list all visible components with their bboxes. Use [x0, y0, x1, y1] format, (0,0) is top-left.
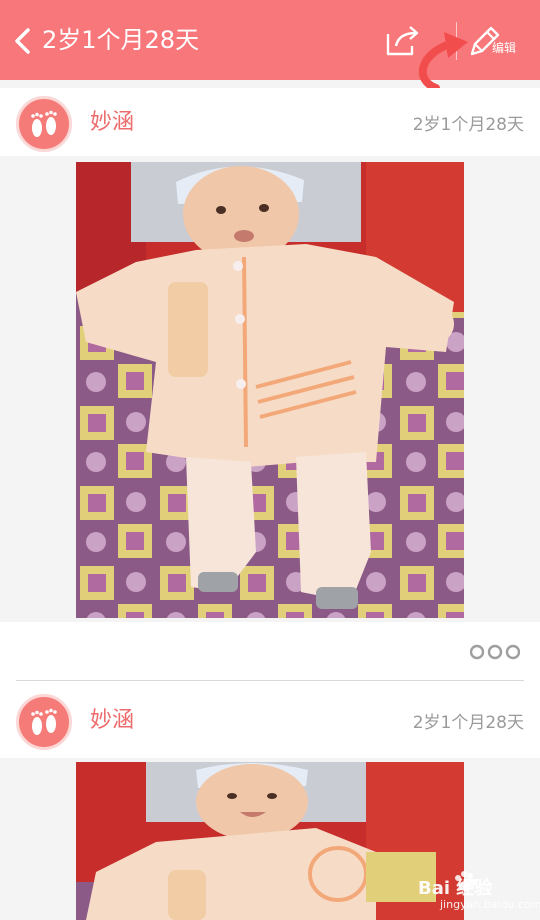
baby-photo[interactable]: [76, 162, 464, 618]
author-name[interactable]: 妙涵: [90, 706, 134, 736]
post-header: 妙涵 2岁1个月28天: [0, 682, 540, 758]
post-header: 妙涵 2岁1个月28天: [0, 88, 540, 164]
baby-feet-icon: [31, 110, 57, 137]
baby-feet-icon: [31, 708, 57, 735]
avatar[interactable]: [16, 96, 72, 152]
watermark-brand: Bai 经验: [418, 878, 493, 899]
annotation-arrow-icon: [418, 32, 468, 92]
edit-label: 编辑: [492, 41, 517, 55]
photo-area: [0, 156, 540, 622]
more-options-button[interactable]: [470, 642, 520, 662]
post-footer: [0, 622, 540, 682]
avatar[interactable]: [16, 694, 72, 750]
back-button[interactable]: [10, 24, 36, 58]
post-separator: [16, 680, 524, 681]
more-dots-icon: [470, 644, 520, 660]
author-name[interactable]: 妙涵: [90, 108, 134, 138]
post-age: 2岁1个月28天: [412, 115, 524, 135]
watermark-url: jingyan.baidu.com: [440, 898, 540, 911]
page-title: 2岁1个月28天: [42, 26, 200, 54]
post-age: 2岁1个月28天: [412, 713, 524, 733]
baby-photo[interactable]: [76, 762, 464, 920]
